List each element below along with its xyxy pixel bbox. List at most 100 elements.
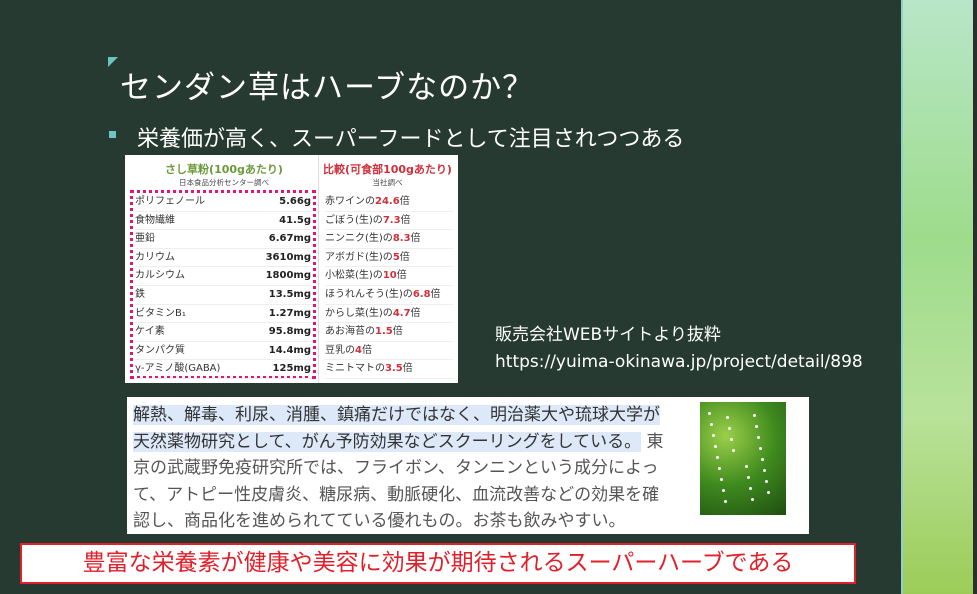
nutrition-table: さし草粉(100gあたり) 日本食品分析センター調べ 比較(可食部100gあたり)… <box>125 155 458 383</box>
comparison-unit: 倍 <box>402 363 413 375</box>
nutrient-row: 鉄 13.5mg <box>135 286 311 305</box>
flower-dot <box>761 458 764 461</box>
flower-dot <box>714 445 717 448</box>
nutrient-value: 1.27mg <box>268 307 311 319</box>
slide-title: センダン草はハーブなのか？ <box>120 70 535 106</box>
plant-photo <box>700 402 786 515</box>
nutrient-name: ビタミンB₁ <box>135 307 186 319</box>
nutrient-row: ビタミンB₁ 1.27mg <box>135 305 311 324</box>
flower-dot <box>763 469 766 472</box>
flower-dot <box>755 425 758 428</box>
comparison-food: アボガド(生)の <box>325 251 393 263</box>
comparison-row: 豆乳の4倍 <box>325 342 453 361</box>
highlighted-text: 解熱、解毒、利尿、消腫、鎮痛だけではなく、明治薬大や琉球大学が天然薬物研究として… <box>133 405 660 452</box>
comparison-multiplier: 10 <box>382 270 397 282</box>
comparison-unit: 倍 <box>361 344 372 356</box>
flower-dot <box>728 427 731 430</box>
comparison-food: ニンニク(生)の <box>325 233 393 245</box>
comparison-unit: 倍 <box>430 289 441 300</box>
comparison-food: あお海苔の <box>325 326 375 338</box>
nutrient-row: γ-アミノ酸(GABA) 125mg <box>135 360 311 379</box>
nutrient-value: 125mg <box>272 363 311 375</box>
nutrient-name: 亜鉛 <box>135 233 155 245</box>
comparison-unit: 倍 <box>396 270 407 282</box>
decorative-side-bar <box>901 0 973 594</box>
comparison-unit: 倍 <box>399 196 410 207</box>
nutrient-name: γ-アミノ酸(GABA) <box>135 363 221 375</box>
nutrient-row: カルシウム 1800mg <box>135 267 311 286</box>
comparison-row: ごぼう(生)の7.3倍 <box>325 212 453 231</box>
comparison-row: ニンニク(生)の8.3倍 <box>325 230 453 249</box>
flower-dot <box>718 467 721 470</box>
comparison-row: あお海苔の1.5倍 <box>325 323 453 342</box>
nutrient-value: 6.67mg <box>268 233 311 245</box>
comparison-row: 赤ワインの24.6倍 <box>325 193 453 212</box>
nutrient-row: カリウム 3610mg <box>135 249 311 268</box>
comparison-unit: 倍 <box>400 214 411 226</box>
comparison-multiplier: 4.7 <box>392 307 411 319</box>
comparison-unit: 倍 <box>410 307 421 319</box>
comparison-multiplier: 5 <box>392 251 400 263</box>
nutrient-value: 95.8mg <box>268 326 311 338</box>
flower-dot <box>759 447 762 450</box>
flower-dot <box>724 500 727 503</box>
nutrient-row: ポリフェノール 5.66g <box>135 193 311 212</box>
nutrient-value: 1800mg <box>265 270 311 282</box>
nutrient-name: タンパク質 <box>135 344 185 356</box>
flower-dot <box>751 498 754 501</box>
comparison-row: ミニトマトの3.5倍 <box>325 360 453 379</box>
nutrient-row: ケイ素 95.8mg <box>135 323 311 342</box>
nutrient-row: 亜鉛 6.67mg <box>135 230 311 249</box>
nutrient-value: 14.4mg <box>268 344 311 356</box>
conclusion-banner: 豊富な栄養素が健康や美容に効果が期待されるスーパーハーブである <box>20 543 856 584</box>
flower-dot <box>722 489 725 492</box>
right-header: 比較(可食部100gあたり) 当社調べ <box>323 163 452 187</box>
nutrient-value: 3610mg <box>265 251 311 263</box>
comparison-row: 小松菜(生)の10倍 <box>325 267 453 286</box>
comparison-multiplier: 3.5 <box>385 363 403 375</box>
flower-dot <box>757 436 760 439</box>
comparison-food: 赤ワインの <box>325 196 375 207</box>
nutrient-name: 食物繊維 <box>135 214 175 226</box>
nutrient-name: ケイ素 <box>135 326 165 338</box>
flower-dot <box>765 480 768 483</box>
comparison-multiplier: 7.3 <box>382 214 401 226</box>
comparison-food: ミニトマトの <box>325 363 385 375</box>
flower-dot <box>749 487 752 490</box>
comparison-food: ほうれんそう(生)の <box>325 289 413 300</box>
nutrient-name: カルシウム <box>135 270 185 282</box>
comparison-multiplier: 6.8 <box>412 289 431 300</box>
flower-dot <box>753 414 756 417</box>
comparison-multiplier: 1.5 <box>375 326 393 338</box>
nutrient-value: 41.5g <box>279 214 311 226</box>
flower-dot <box>716 456 719 459</box>
bullet-text: 栄養価が高く、スーパーフードとして注目されつつある <box>137 127 685 152</box>
column-divider <box>318 155 319 383</box>
description-text: 解熱、解毒、利尿、消腫、鎮痛だけではなく、明治薬大や琉球大学が天然薬物研究として… <box>133 402 673 535</box>
source-label: 販売会社WEBサイトより抜粋 <box>495 325 721 345</box>
comparison-row: アボガド(生)の5倍 <box>325 249 453 268</box>
comparison-multiplier: 4 <box>355 344 362 356</box>
flower-dot <box>730 438 733 441</box>
comparison-unit: 倍 <box>392 326 403 338</box>
nutrient-value: 13.5mg <box>268 289 311 300</box>
nutrient-name: ポリフェノール <box>135 196 205 207</box>
flower-dot <box>732 449 735 452</box>
comparison-food: ごぼう(生)の <box>325 214 383 226</box>
bullet-icon <box>109 131 116 138</box>
nutrient-row: 食物繊維 41.5g <box>135 212 311 231</box>
description-box: 解熱、解毒、利尿、消腫、鎮痛だけではなく、明治薬大や琉球大学が天然薬物研究として… <box>127 397 809 534</box>
flower-dot <box>726 416 729 419</box>
nutrient-name: カリウム <box>135 251 175 263</box>
comparison-food: 小松菜(生)の <box>325 270 383 282</box>
comparison-food: からし菜(生)の <box>325 307 393 319</box>
comparison-row: ほうれんそう(生)の6.8倍 <box>325 286 453 305</box>
flower-dot <box>767 491 770 494</box>
flower-dot <box>747 476 750 479</box>
flower-dot <box>708 412 711 415</box>
nutrient-name: 鉄 <box>135 289 145 300</box>
nutrient-row: タンパク質 14.4mg <box>135 342 311 361</box>
comparison-multiplier: 24.6 <box>375 196 400 207</box>
flower-dot <box>712 434 715 437</box>
comparison-food: 豆乳の <box>325 344 355 356</box>
